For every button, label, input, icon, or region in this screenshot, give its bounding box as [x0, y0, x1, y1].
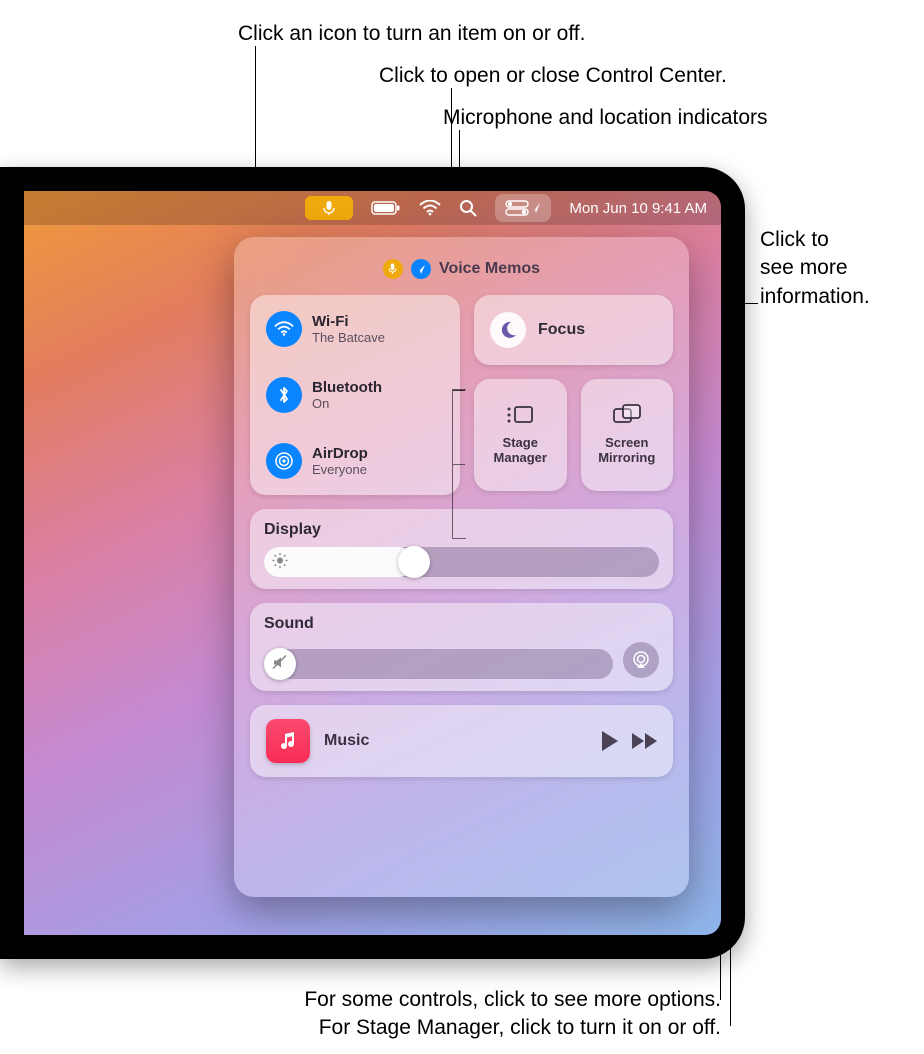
- sound-card[interactable]: Sound: [250, 603, 673, 691]
- screen-mirroring-icon: [612, 404, 642, 428]
- stage-manager-tile[interactable]: StageManager: [474, 379, 567, 491]
- screen-mirroring-tile[interactable]: ScreenMirroring: [581, 379, 674, 491]
- callout-more-options-2: For Stage Manager, click to turn it on o…: [161, 1014, 721, 1042]
- brightness-low-icon: [272, 553, 288, 572]
- control-center-menubar-button[interactable]: [495, 194, 551, 222]
- next-track-button[interactable]: [632, 733, 657, 749]
- volume-mute-icon: [272, 655, 288, 674]
- stage-label-2: Manager: [494, 450, 547, 465]
- connectivity-bracket: [452, 389, 466, 539]
- control-center-panel: Voice Memos Wi-Fi The Batcave: [234, 237, 689, 897]
- mirror-label-2: Mirroring: [598, 450, 655, 465]
- callout-open-cc: Click to open or close Control Center.: [379, 62, 727, 90]
- now-playing-card[interactable]: Music: [250, 705, 673, 777]
- callout-more-info: Click to see more information.: [760, 226, 870, 311]
- airdrop-toggle-icon[interactable]: [266, 443, 302, 479]
- focus-card[interactable]: Focus: [474, 295, 673, 365]
- wifi-toggle-icon[interactable]: [266, 311, 302, 347]
- music-app-icon: [266, 719, 310, 763]
- stage-manager-icon: [505, 404, 535, 428]
- bluetooth-toggle-icon[interactable]: [266, 377, 302, 413]
- location-dot-icon: [411, 259, 431, 279]
- wifi-row[interactable]: Wi-Fi The Batcave: [266, 311, 444, 347]
- airdrop-row[interactable]: AirDrop Everyone: [266, 443, 444, 479]
- airdrop-label: AirDrop: [312, 445, 368, 462]
- control-center-icon: [505, 200, 529, 216]
- stage-label-1: Stage: [503, 435, 538, 450]
- bluetooth-label: Bluetooth: [312, 379, 382, 396]
- brightness-slider[interactable]: [264, 547, 659, 577]
- callout-indicators: Microphone and location indicators: [443, 104, 768, 132]
- location-arrow-icon: [531, 202, 541, 214]
- now-playing-title: Music: [324, 732, 588, 750]
- mirror-label-1: Screen: [605, 435, 648, 450]
- spotlight-icon[interactable]: [459, 199, 477, 217]
- callout-more-options-1: For some controls, click to see more opt…: [161, 986, 721, 1014]
- wifi-label: Wi-Fi: [312, 313, 385, 330]
- laptop-frame: Mon Jun 10 9:41 AM Voice Memos: [0, 167, 745, 959]
- callout-toggle: Click an icon to turn an item on or off.: [238, 20, 585, 48]
- sound-label: Sound: [264, 615, 659, 633]
- battery-icon[interactable]: [371, 200, 401, 216]
- airplay-icon: [631, 651, 651, 669]
- focus-icon: [490, 312, 526, 348]
- connectivity-card[interactable]: Wi-Fi The Batcave Bluetooth On: [250, 295, 460, 495]
- wifi-status: The Batcave: [312, 330, 385, 345]
- airdrop-status: Everyone: [312, 462, 368, 477]
- desktop: Mon Jun 10 9:41 AM Voice Memos: [24, 191, 721, 935]
- app-using-sensors[interactable]: Voice Memos: [250, 259, 673, 279]
- focus-label: Focus: [538, 321, 585, 339]
- microphone-dot-icon: [383, 259, 403, 279]
- clock[interactable]: Mon Jun 10 9:41 AM: [569, 200, 707, 217]
- wifi-icon[interactable]: [419, 200, 441, 216]
- airplay-audio-button[interactable]: [623, 642, 659, 678]
- app-using-sensors-label: Voice Memos: [439, 260, 540, 278]
- bluetooth-status: On: [312, 396, 382, 411]
- play-button[interactable]: [602, 731, 618, 751]
- mic-indicator-pill[interactable]: [305, 196, 353, 220]
- menubar: Mon Jun 10 9:41 AM: [24, 191, 721, 225]
- volume-slider[interactable]: [264, 649, 613, 679]
- bluetooth-row[interactable]: Bluetooth On: [266, 377, 444, 413]
- microphone-icon: [322, 200, 336, 216]
